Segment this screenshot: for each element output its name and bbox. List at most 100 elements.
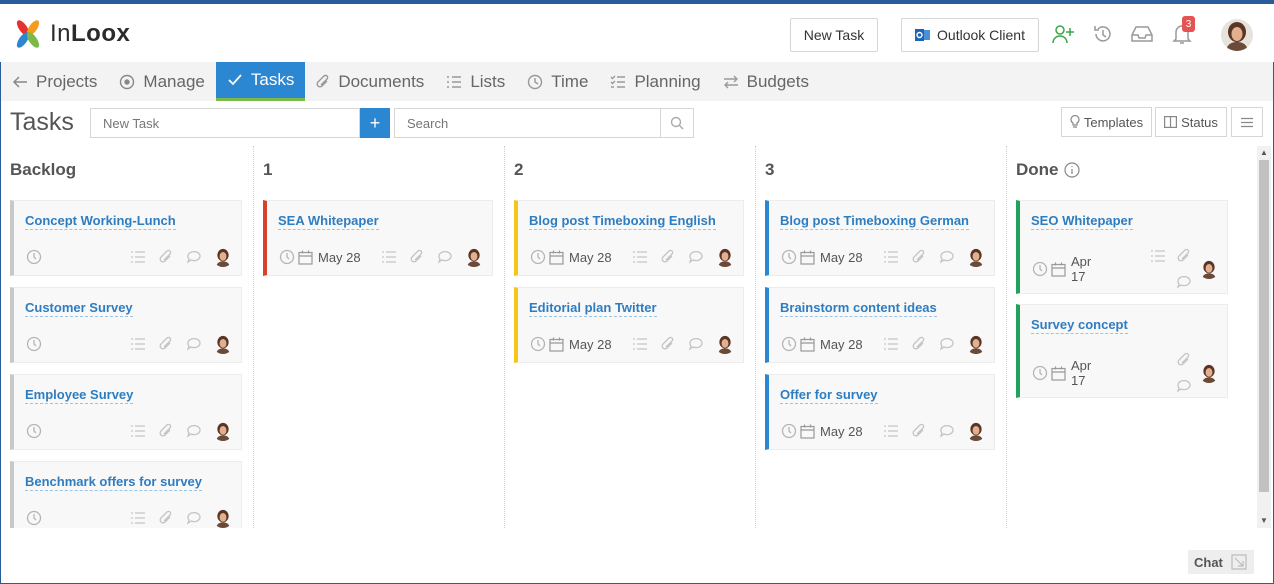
assignee-avatar[interactable] (213, 508, 233, 528)
calendar-icon[interactable] (547, 335, 565, 353)
history-icon[interactable] (1091, 22, 1115, 46)
calendar-icon[interactable] (296, 248, 314, 266)
task-title-link[interactable]: Benchmark offers for survey (25, 474, 203, 491)
clock-icon[interactable] (25, 248, 43, 266)
clock-icon[interactable] (1031, 260, 1049, 278)
inbox-icon[interactable] (1130, 22, 1154, 46)
info-icon[interactable] (1063, 162, 1080, 178)
clock-icon[interactable] (529, 248, 547, 266)
assignee-avatar[interactable] (464, 247, 484, 267)
task-card[interactable]: Benchmark offers for survey (10, 461, 242, 528)
task-title-link[interactable]: Blog post Timeboxing German (780, 213, 970, 230)
attachment-icon[interactable] (1175, 247, 1193, 265)
assignee-avatar[interactable] (715, 247, 735, 267)
new-task-button[interactable]: New Task (790, 18, 878, 52)
chat-button[interactable]: Chat (1188, 550, 1254, 574)
clock-icon[interactable] (25, 422, 43, 440)
attachment-icon[interactable] (659, 248, 677, 266)
checklist-icon[interactable] (129, 335, 147, 353)
checklist-icon[interactable] (129, 422, 147, 440)
comment-icon[interactable] (185, 248, 203, 266)
user-avatar[interactable] (1221, 19, 1253, 51)
attachment-icon[interactable] (1175, 351, 1193, 369)
tab-time[interactable]: Time (516, 62, 599, 101)
tab-lists[interactable]: Lists (435, 62, 516, 101)
comment-icon[interactable] (436, 248, 454, 266)
calendar-icon[interactable] (798, 422, 816, 440)
clock-icon[interactable] (25, 509, 43, 527)
scrollbar-thumb[interactable] (1259, 160, 1269, 492)
tab-budgets[interactable]: Budgets (712, 62, 820, 101)
task-card[interactable]: Survey concept Apr 17 (1016, 304, 1228, 398)
assignee-avatar[interactable] (966, 421, 986, 441)
task-card[interactable]: Employee Survey (10, 374, 242, 450)
checklist-icon[interactable] (380, 248, 398, 266)
assignee-avatar[interactable] (966, 334, 986, 354)
tab-documents[interactable]: Documents (305, 62, 435, 101)
outlook-client-button[interactable]: Outlook Client (901, 18, 1039, 52)
attachment-icon[interactable] (157, 509, 175, 527)
new-task-input[interactable] (90, 108, 360, 138)
menu-button[interactable] (1231, 107, 1263, 137)
comment-icon[interactable] (938, 335, 956, 353)
comment-icon[interactable] (1175, 377, 1193, 395)
checklist-icon[interactable] (129, 509, 147, 527)
add-user-icon[interactable] (1051, 22, 1075, 46)
attachment-icon[interactable] (157, 248, 175, 266)
task-title-link[interactable]: Survey concept (1031, 317, 1128, 334)
comment-icon[interactable] (185, 422, 203, 440)
clock-icon[interactable] (780, 248, 798, 266)
task-card[interactable]: Customer Survey (10, 287, 242, 363)
assignee-avatar[interactable] (966, 247, 986, 267)
checklist-icon[interactable] (631, 248, 649, 266)
comment-icon[interactable] (938, 248, 956, 266)
clock-icon[interactable] (780, 335, 798, 353)
task-card[interactable]: Editorial plan Twitter May 28 (514, 287, 744, 363)
task-title-link[interactable]: SEA Whitepaper (278, 213, 379, 230)
task-card[interactable]: Brainstorm content ideas May 28 (765, 287, 995, 363)
scroll-up-icon[interactable]: ▲ (1260, 148, 1268, 157)
task-title-link[interactable]: Concept Working-Lunch (25, 213, 176, 230)
comment-icon[interactable] (1175, 273, 1193, 291)
clock-icon[interactable] (278, 248, 296, 266)
attachment-icon[interactable] (910, 335, 928, 353)
vertical-scrollbar[interactable]: ▲ ▼ (1257, 146, 1271, 528)
bell-icon[interactable]: 3 (1170, 16, 1195, 46)
calendar-icon[interactable] (1049, 364, 1067, 382)
calendar-icon[interactable] (798, 248, 816, 266)
calendar-icon[interactable] (547, 248, 565, 266)
assignee-avatar[interactable] (213, 247, 233, 267)
clock-icon[interactable] (529, 335, 547, 353)
task-card[interactable]: Blog post Timeboxing English May 28 (514, 200, 744, 276)
checklist-icon[interactable] (631, 335, 649, 353)
clock-icon[interactable] (1031, 364, 1049, 382)
scroll-down-icon[interactable]: ▼ (1260, 516, 1268, 525)
assignee-avatar[interactable] (213, 421, 233, 441)
attachment-icon[interactable] (157, 335, 175, 353)
comment-icon[interactable] (938, 422, 956, 440)
comment-icon[interactable] (687, 335, 705, 353)
task-card[interactable]: SEA Whitepaper May 28 (263, 200, 493, 276)
add-task-button[interactable]: + (360, 108, 390, 138)
checklist-icon[interactable] (882, 248, 900, 266)
attachment-icon[interactable] (910, 248, 928, 266)
comment-icon[interactable] (185, 509, 203, 527)
checklist-icon[interactable] (882, 422, 900, 440)
checklist-icon[interactable] (1149, 247, 1167, 265)
templates-button[interactable]: Templates (1061, 107, 1152, 137)
task-card[interactable]: Concept Working-Lunch (10, 200, 242, 276)
checklist-icon[interactable] (129, 248, 147, 266)
task-title-link[interactable]: SEO Whitepaper (1031, 213, 1133, 230)
attachment-icon[interactable] (157, 422, 175, 440)
assignee-avatar[interactable] (715, 334, 735, 354)
clock-icon[interactable] (25, 335, 43, 353)
task-title-link[interactable]: Brainstorm content ideas (780, 300, 937, 317)
attachment-icon[interactable] (910, 422, 928, 440)
task-title-link[interactable]: Offer for survey (780, 387, 878, 404)
task-title-link[interactable]: Customer Survey (25, 300, 133, 317)
search-input[interactable] (394, 108, 661, 138)
task-card[interactable]: SEO Whitepaper Apr 17 (1016, 200, 1228, 294)
status-button[interactable]: Status (1155, 107, 1227, 137)
assignee-avatar[interactable] (1199, 259, 1219, 279)
task-card[interactable]: Offer for survey May 28 (765, 374, 995, 450)
